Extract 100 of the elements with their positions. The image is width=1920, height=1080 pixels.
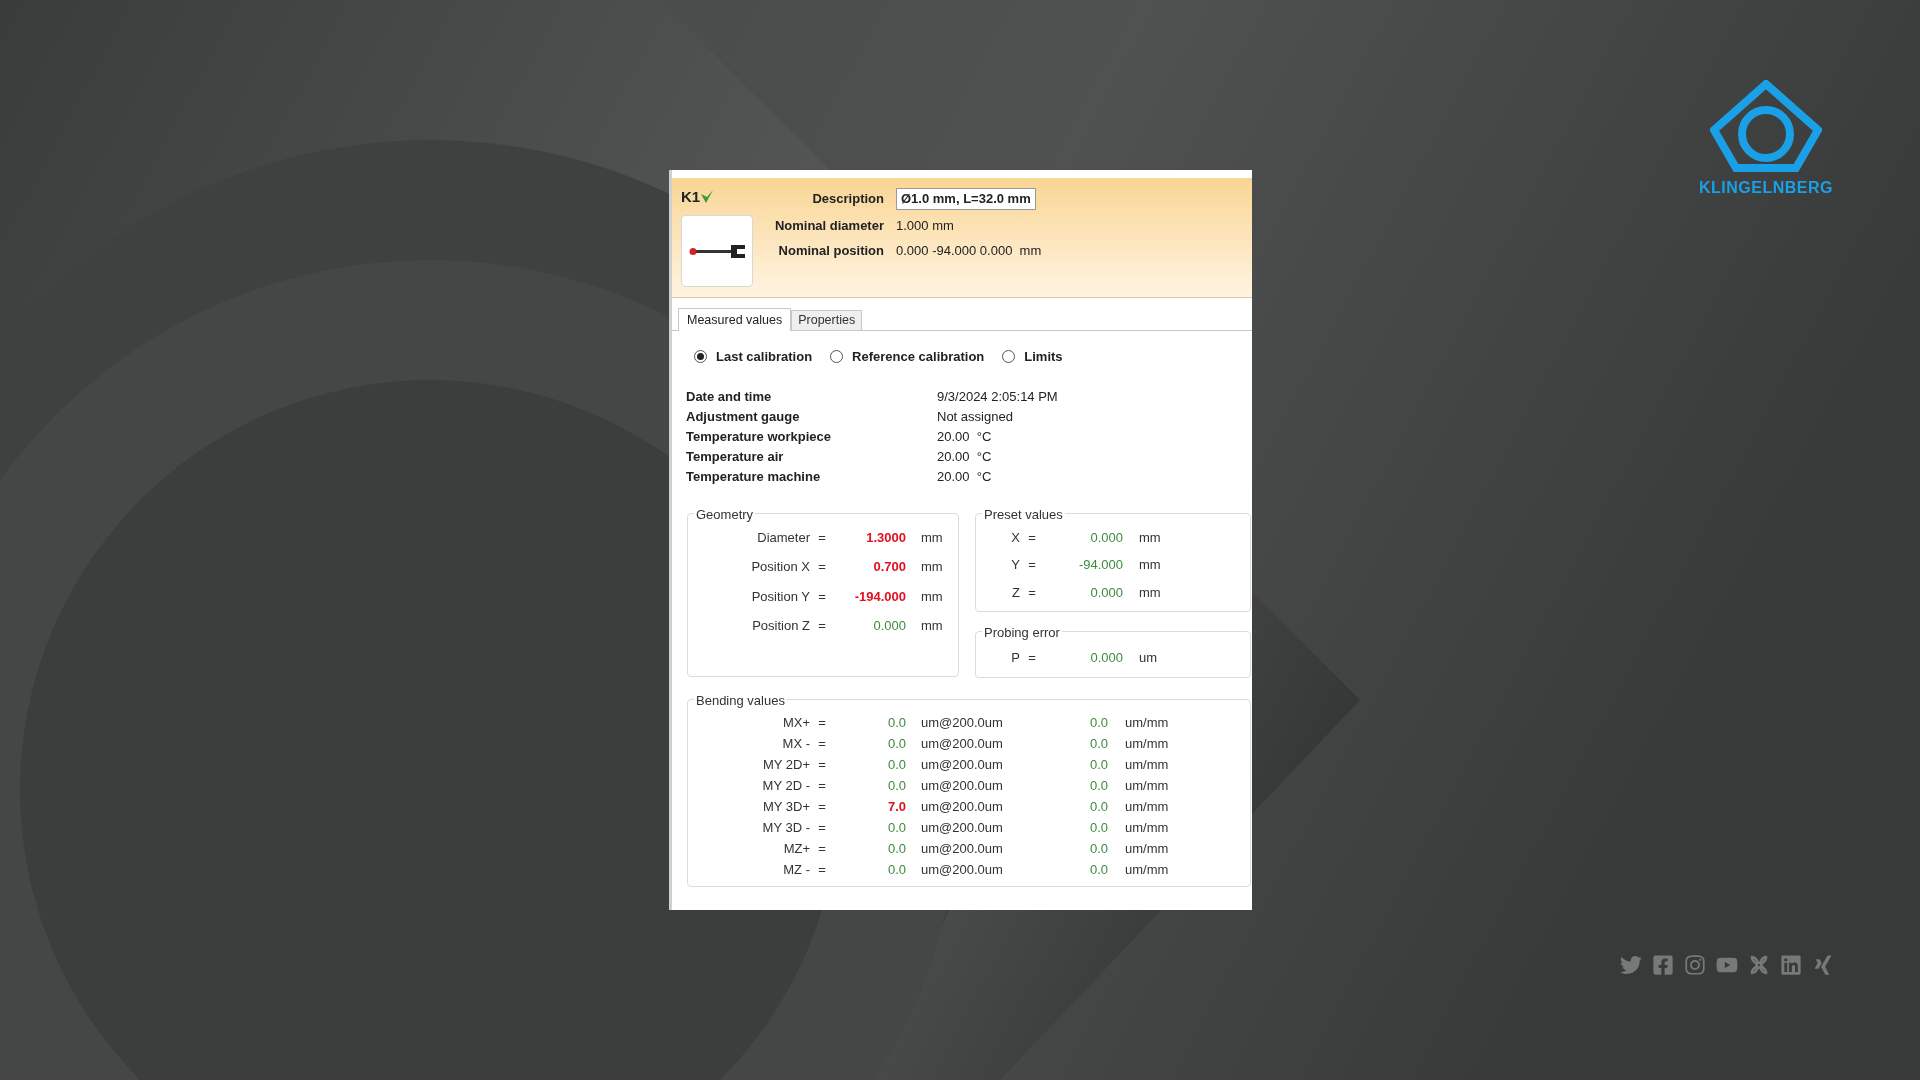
value-text: 0.700: [872, 558, 906, 576]
info-label: Temperature machine: [686, 467, 822, 486]
field-value: 0.000 -94.000 0.000 mm: [896, 242, 1042, 260]
value-label: P: [1010, 648, 1020, 667]
radio-button[interactable]: [1002, 350, 1016, 364]
value-text: 0.0: [1088, 713, 1108, 731]
value-text: 0.0: [886, 734, 906, 752]
equals-sign: =: [1027, 556, 1037, 574]
unit-text: um/mm: [1124, 797, 1169, 815]
tab[interactable]: Properties: [791, 310, 863, 330]
info-value: 9/3/2024 2:05:14 PM: [937, 387, 1058, 406]
instagram-icon[interactable]: [1684, 954, 1706, 976]
equals-sign: =: [817, 818, 827, 836]
value-text: 0.0: [1088, 755, 1108, 773]
equals-sign: =: [817, 558, 827, 576]
value-label: MY 3D -: [761, 818, 810, 836]
info-value: 20.00 °C: [937, 447, 992, 466]
value-text: -94.000: [1077, 556, 1123, 574]
twitter-icon[interactable]: [1620, 954, 1642, 976]
info-label: Adjustment gauge: [686, 407, 801, 426]
radio-button[interactable]: [694, 350, 707, 364]
value-label: MX -: [781, 734, 810, 752]
equals-sign: =: [817, 587, 827, 606]
value-text: 0.0: [1088, 797, 1108, 815]
value-label: Position Y: [750, 587, 810, 606]
equals-sign: =: [817, 776, 827, 794]
value-text: 0.0: [1088, 734, 1108, 752]
value-text: 0.0: [886, 713, 906, 731]
radio-button[interactable]: [830, 350, 844, 364]
radio-label[interactable]: Limits: [1024, 347, 1063, 367]
unit-text: um/mm: [1124, 734, 1169, 752]
xing-icon[interactable]: [1812, 954, 1834, 976]
unit-text: mm: [1138, 556, 1161, 574]
linkedin-icon[interactable]: [1780, 954, 1802, 976]
equals-sign: =: [817, 755, 827, 773]
value-text: 0.0: [1088, 839, 1108, 857]
equals-sign: =: [817, 839, 827, 857]
value-text: 0.0: [886, 860, 906, 878]
cross-icon[interactable]: [1748, 954, 1770, 976]
field-label: Nominal diameter: [773, 216, 884, 235]
equals-sign: =: [817, 734, 827, 752]
value-text: 0.000: [1089, 528, 1123, 547]
equals-sign: =: [817, 860, 827, 878]
unit-text: um/mm: [1124, 755, 1169, 773]
unit-text: um@200.0um: [920, 755, 1004, 773]
info-label: Date and time: [686, 387, 773, 406]
value-text: 0.0: [1088, 776, 1108, 794]
info-value: 20.00 °C: [937, 467, 992, 486]
facebook-icon[interactable]: [1652, 954, 1674, 976]
value-text: 0.000: [1089, 583, 1123, 602]
unit-text: um@200.0um: [920, 734, 1004, 752]
unit-text: um@200.0um: [920, 860, 1004, 878]
unit-text: um/mm: [1124, 860, 1169, 878]
value-label: MY 3D+: [761, 797, 810, 815]
description-field[interactable]: Ø1.0 mm, L=32.0 mm: [896, 188, 1036, 210]
value-label: Diameter: [756, 528, 810, 547]
field-label: Nominal position: [777, 242, 884, 260]
unit-text: um/mm: [1124, 818, 1169, 836]
value-label: X: [1010, 528, 1020, 547]
info-label: Temperature workpiece: [686, 427, 832, 446]
value-text: 7.0: [886, 797, 906, 815]
value-text: 0.0: [886, 818, 906, 836]
unit-text: um@200.0um: [920, 818, 1004, 836]
unit-text: mm: [1138, 528, 1161, 547]
unit-text: um/mm: [1124, 776, 1169, 794]
radio-label[interactable]: Last calibration: [716, 347, 813, 367]
unit-text: mm: [920, 558, 943, 576]
logo-text: KLINGELNBERG: [1699, 178, 1833, 198]
equals-sign: =: [817, 797, 827, 815]
value-label: MY 2D+: [761, 755, 810, 773]
info-value: Not assigned: [937, 407, 1013, 426]
value-label: MX+: [781, 713, 810, 731]
value-label: Position Z: [751, 617, 810, 635]
info-value: 20.00 °C: [937, 427, 992, 446]
unit-text: um/mm: [1124, 713, 1169, 731]
value-text: 0.0: [1088, 860, 1108, 878]
value-text: 1.3000: [865, 528, 906, 547]
tab[interactable]: Measured values: [678, 308, 792, 331]
equals-sign: =: [817, 617, 827, 635]
unit-text: um/mm: [1124, 839, 1169, 857]
value-label: Position X: [750, 558, 810, 576]
unit-text: mm: [920, 528, 943, 547]
equals-sign: =: [1027, 528, 1037, 547]
equals-sign: =: [817, 528, 827, 547]
logo-icon: [1710, 80, 1822, 172]
value-text: 0.000: [872, 617, 906, 635]
field-value: 1.000 mm: [896, 216, 954, 235]
equals-sign: =: [817, 713, 827, 731]
value-label: MZ -: [782, 860, 810, 878]
unit-text: um@200.0um: [920, 839, 1004, 857]
value-text: 0.0: [1088, 818, 1108, 836]
value-text: 0.000: [1089, 648, 1123, 667]
unit-text: um: [1138, 648, 1158, 667]
value-label: MZ+: [782, 839, 810, 857]
field-label: Description: [811, 190, 884, 208]
value-text: 0.0: [886, 755, 906, 773]
equals-sign: =: [1027, 648, 1037, 667]
value-text: -194.000: [853, 587, 906, 606]
radio-label[interactable]: Reference calibration: [852, 347, 985, 367]
probe-name: K1: [681, 187, 701, 207]
